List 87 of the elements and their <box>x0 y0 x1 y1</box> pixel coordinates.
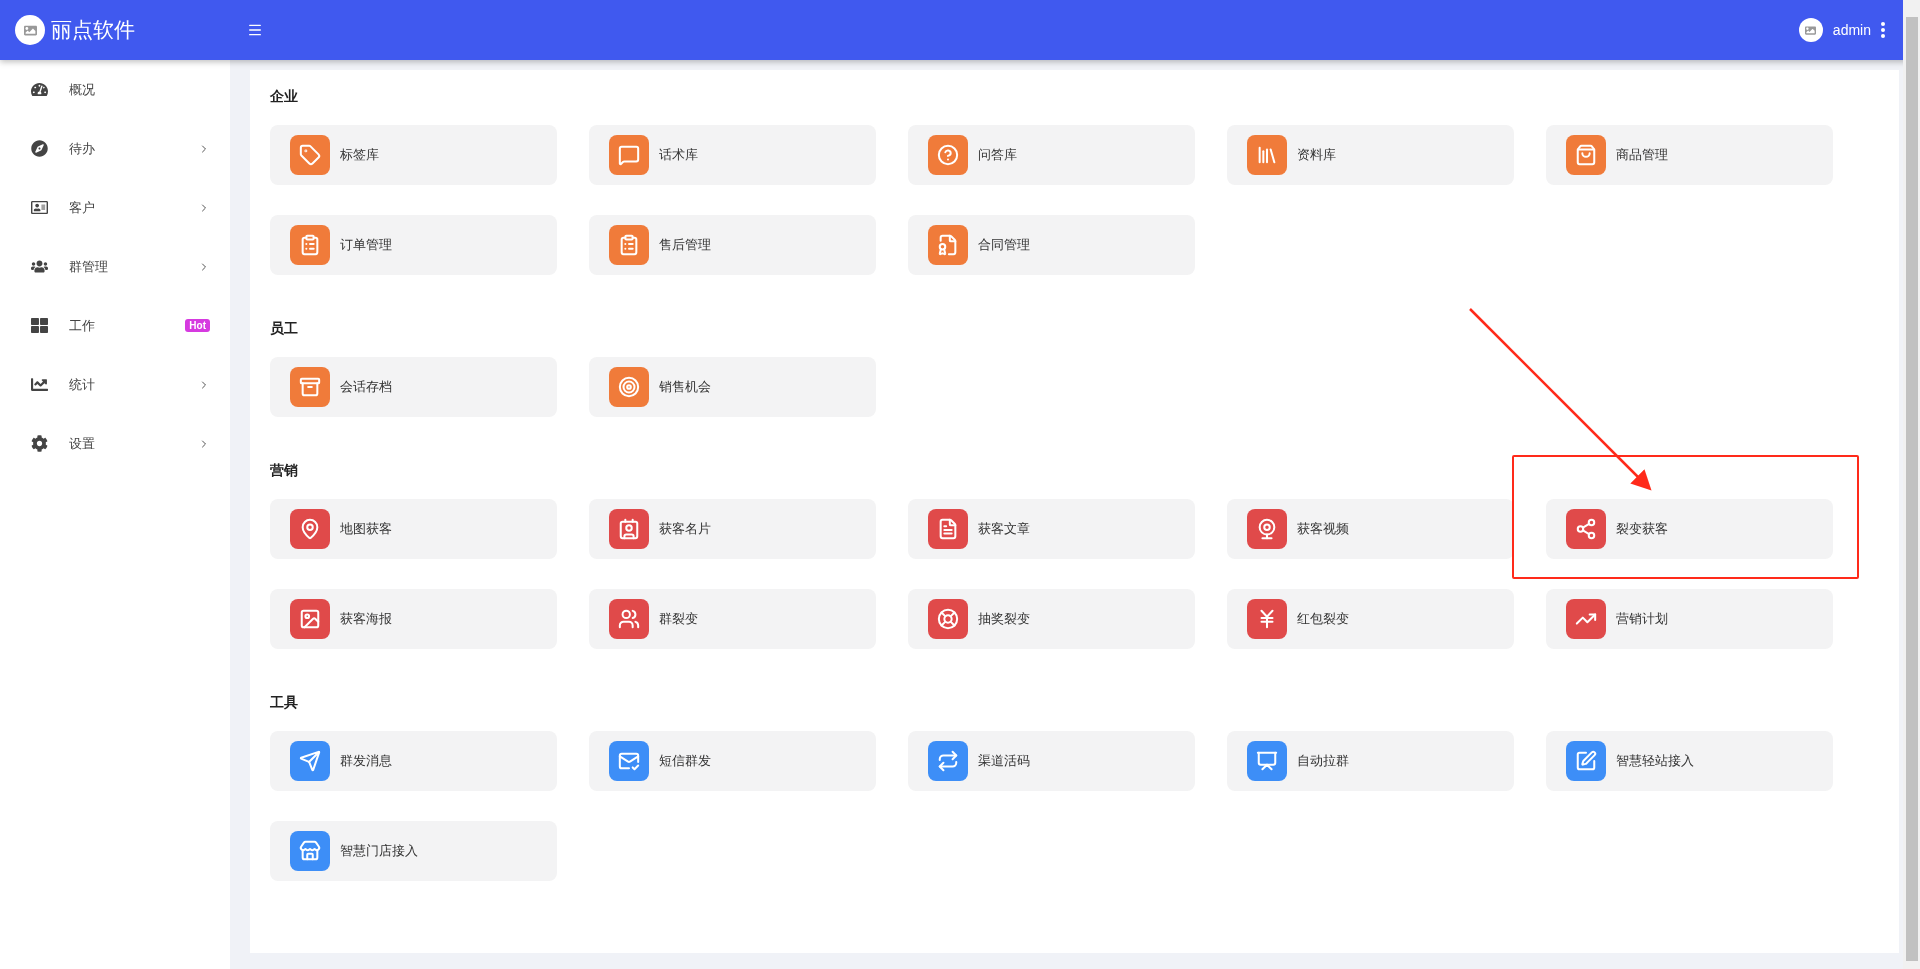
tile-label: 商品管理 <box>1616 146 1668 164</box>
tile-label: 获客文章 <box>978 520 1030 538</box>
app-tile[interactable]: 地图获客 <box>270 499 557 559</box>
sidebar-label: 工作 <box>69 316 96 335</box>
app-tile[interactable]: 智慧轻站接入 <box>1546 731 1833 791</box>
contact-card-icon <box>30 199 48 216</box>
app-tile[interactable]: 红包裂变 <box>1227 589 1514 649</box>
app-tile[interactable]: 获客名片 <box>589 499 876 559</box>
tile-label: 智慧轻站接入 <box>1616 752 1694 770</box>
app-tile[interactable]: 群发消息 <box>270 731 557 791</box>
user-name[interactable]: admin <box>1832 22 1871 38</box>
sidebar-label: 概况 <box>69 80 96 99</box>
sidebar-item[interactable]: 工作 Hot <box>0 296 230 355</box>
sidebar-label: 群管理 <box>69 257 109 276</box>
scrollbar[interactable] <box>1903 0 1920 969</box>
sidebar-item[interactable]: 设置 <box>0 414 230 473</box>
app-tile[interactable]: 自动拉群 <box>1227 731 1514 791</box>
section-title: 营销 <box>270 461 299 480</box>
tile-label: 抽奖裂变 <box>978 610 1030 628</box>
more-icon <box>1881 22 1885 38</box>
tile-label: 会话存档 <box>340 378 392 396</box>
sidebar-item[interactable]: 概况 <box>0 60 230 119</box>
app-tile[interactable]: 群裂变 <box>589 589 876 649</box>
app-tile[interactable]: 短信群发 <box>589 731 876 791</box>
menu-button[interactable] <box>247 22 263 38</box>
app-tile[interactable]: 售后管理 <box>589 215 876 275</box>
tile-label: 自动拉群 <box>1297 752 1349 770</box>
app-tile[interactable]: 订单管理 <box>270 215 557 275</box>
app-tile[interactable]: 问答库 <box>908 125 1195 185</box>
sidebar-label: 统计 <box>69 375 96 394</box>
app-tile[interactable]: 营销计划 <box>1546 589 1833 649</box>
tile-label: 问答库 <box>978 146 1017 164</box>
sidebar-item[interactable]: 客户 <box>0 178 230 237</box>
app-tile[interactable]: 抽奖裂变 <box>908 589 1195 649</box>
app-tile[interactable]: 获客视频 <box>1227 499 1514 559</box>
app-tile[interactable]: 获客海报 <box>270 589 557 649</box>
section-title: 工具 <box>270 693 299 712</box>
tile-label: 资料库 <box>1297 146 1336 164</box>
sidebar-item[interactable]: 待办 <box>0 119 230 178</box>
tile-label: 获客视频 <box>1297 520 1349 538</box>
menu-icon <box>247 22 263 38</box>
app-name: 丽点软件 <box>51 17 135 43</box>
tile-label: 红包裂变 <box>1297 610 1349 628</box>
logo-icon <box>15 15 45 45</box>
app-tile[interactable]: 销售机会 <box>589 357 876 417</box>
tile-label: 订单管理 <box>340 236 392 254</box>
more-menu-button[interactable] <box>1881 22 1885 38</box>
tile-label: 标签库 <box>340 146 379 164</box>
app-tile[interactable]: 商品管理 <box>1546 125 1833 185</box>
section-title: 员工 <box>270 319 299 338</box>
sidebar-item[interactable]: 群管理 <box>0 237 230 296</box>
gauge-icon <box>30 81 48 98</box>
sidebar-item[interactable]: 统计 <box>0 355 230 414</box>
tile-label: 裂变获客 <box>1616 520 1668 538</box>
app-tile[interactable]: 智慧门店接入 <box>270 821 557 881</box>
compass-icon <box>30 140 48 157</box>
sidebar-label: 客户 <box>69 198 96 217</box>
tile-label: 营销计划 <box>1616 610 1668 628</box>
tile-label: 群发消息 <box>340 752 392 770</box>
app-tile[interactable]: 获客文章 <box>908 499 1195 559</box>
app-tile[interactable]: 资料库 <box>1227 125 1514 185</box>
settings-icon <box>30 435 48 452</box>
line-chart-icon <box>30 376 48 393</box>
app-tile[interactable]: 合同管理 <box>908 215 1195 275</box>
app-tile[interactable]: 裂变获客 <box>1546 499 1833 559</box>
sidebar-label: 待办 <box>69 139 96 158</box>
avatar-icon[interactable] <box>1798 18 1823 42</box>
hot-badge: Hot <box>185 319 210 332</box>
tile-label: 销售机会 <box>659 378 711 396</box>
tile-label: 短信群发 <box>659 752 711 770</box>
app-tile[interactable]: 会话存档 <box>270 357 557 417</box>
tile-label: 售后管理 <box>659 236 711 254</box>
tile-label: 智慧门店接入 <box>340 842 418 860</box>
tile-label: 获客海报 <box>340 610 392 628</box>
users-icon <box>30 258 48 275</box>
tile-label: 获客名片 <box>659 520 711 538</box>
tile-label: 渠道活码 <box>978 752 1030 770</box>
tile-label: 合同管理 <box>978 236 1030 254</box>
tile-label: 地图获客 <box>340 520 392 538</box>
sidebar-label: 设置 <box>69 434 96 453</box>
grid-icon <box>30 317 48 334</box>
app-tile[interactable]: 渠道活码 <box>908 731 1195 791</box>
app-tile[interactable]: 标签库 <box>270 125 557 185</box>
tile-label: 话术库 <box>659 146 698 164</box>
tile-label: 群裂变 <box>659 610 698 628</box>
app-tile[interactable]: 话术库 <box>589 125 876 185</box>
section-title: 企业 <box>270 87 299 106</box>
